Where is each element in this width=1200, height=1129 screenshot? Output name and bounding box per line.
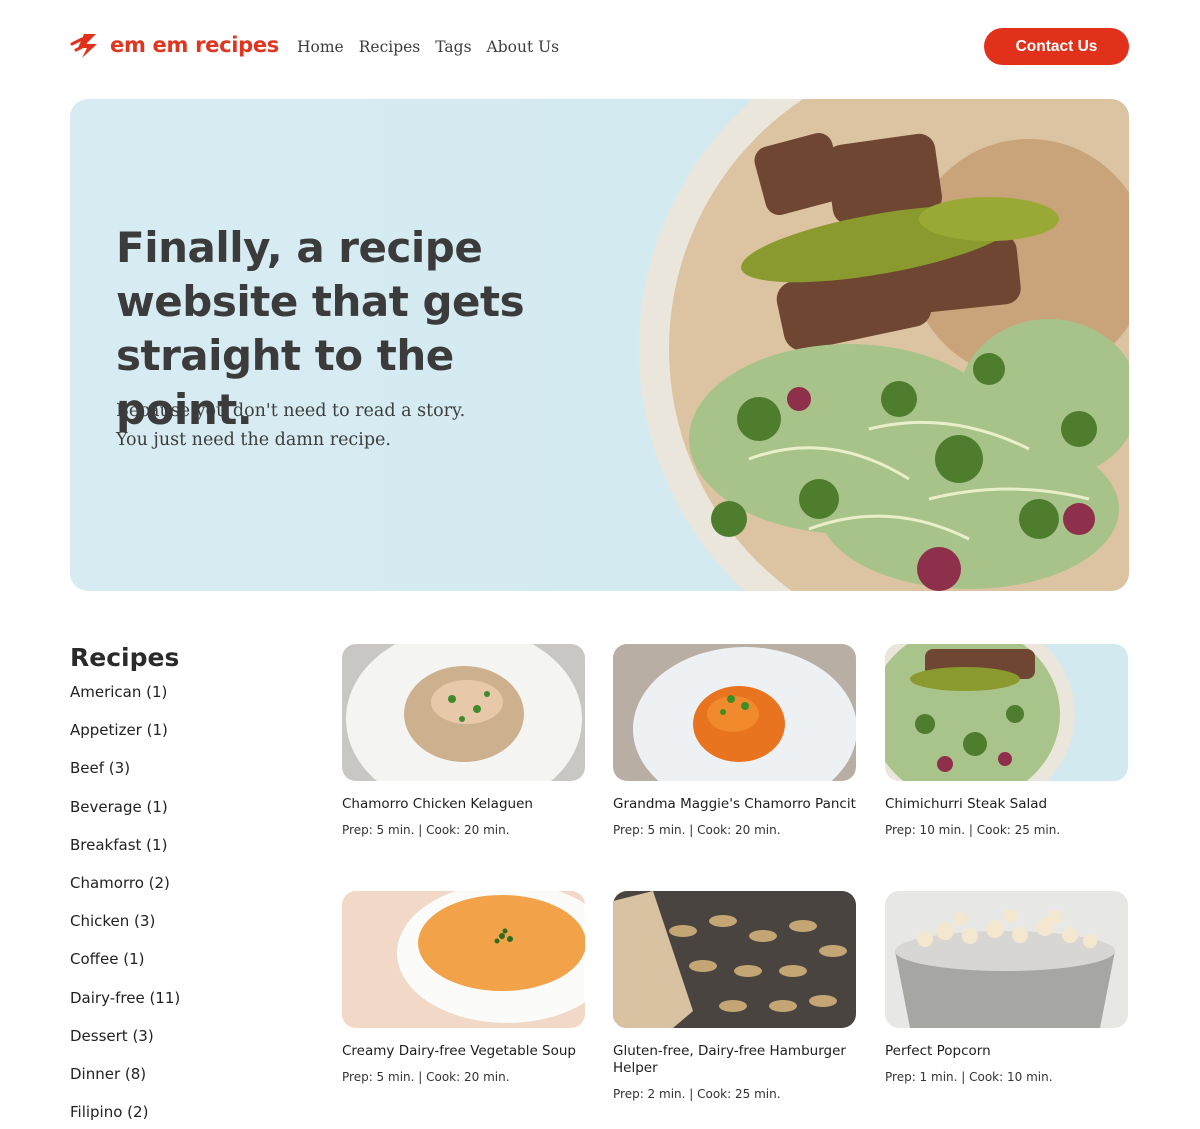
sidebar-heading: Recipes <box>70 643 180 672</box>
category-link-dinner[interactable]: Dinner (8) <box>70 1065 146 1083</box>
category-link-beverage[interactable]: Beverage (1) <box>70 798 168 816</box>
list-item: Chicken (3) <box>70 912 290 950</box>
nav-about-us[interactable]: About Us <box>487 38 560 56</box>
recipe-thumbnail-pancit[interactable] <box>613 644 856 781</box>
hero-subtitle-line-2: You just need the damn recipe. <box>116 430 391 450</box>
category-list: American (1) Appetizer (1) Beef (3) Beve… <box>70 683 290 1129</box>
list-item: Dessert (3) <box>70 1027 290 1065</box>
category-link-dessert[interactable]: Dessert (3) <box>70 1027 154 1045</box>
main-nav: Home Recipes Tags About Us <box>297 38 559 56</box>
list-item: American (1) <box>70 683 290 721</box>
recipe-categories-sidebar: Recipes American (1) Appetizer (1) Beef … <box>70 643 290 1129</box>
site-header: em em recipes Home Recipes Tags About Us… <box>70 28 1129 66</box>
recipe-thumbnail-popcorn[interactable] <box>885 891 1128 1028</box>
nav-recipes[interactable]: Recipes <box>359 38 421 56</box>
category-link-chicken[interactable]: Chicken (3) <box>70 912 155 930</box>
hero-subtitle: Because you don't need to read a story. … <box>116 397 576 455</box>
hero-steak-salad-image <box>639 99 1129 591</box>
recipe-meta: Prep: 5 min. | Cook: 20 min. <box>342 823 510 837</box>
recipe-card: Gluten-free, Dairy-free Hamburger Helper… <box>613 891 856 1101</box>
category-link-filipino[interactable]: Filipino (2) <box>70 1103 148 1121</box>
recipe-title[interactable]: Creamy Dairy-free Vegetable Soup <box>342 1043 585 1060</box>
nav-home[interactable]: Home <box>297 38 344 56</box>
category-link-american[interactable]: American (1) <box>70 683 167 701</box>
recipe-title[interactable]: Perfect Popcorn <box>885 1043 1128 1060</box>
site-logo[interactable]: em em recipes <box>70 30 279 60</box>
hero-banner: Finally, a recipe website that gets stra… <box>70 99 1129 591</box>
category-link-beef[interactable]: Beef (3) <box>70 759 130 777</box>
hero-subtitle-line-1: Because you don't need to read a story. <box>116 401 466 421</box>
recipe-meta: Prep: 5 min. | Cook: 20 min. <box>342 1070 510 1084</box>
category-link-dairy-free[interactable]: Dairy-free (11) <box>70 989 180 1007</box>
recipe-title[interactable]: Chamorro Chicken Kelaguen <box>342 796 585 813</box>
list-item: Appetizer (1) <box>70 721 290 759</box>
nav-tags[interactable]: Tags <box>435 38 471 56</box>
recipe-meta: Prep: 10 min. | Cook: 25 min. <box>885 823 1061 837</box>
recipe-thumbnail-chicken-kelaguen[interactable] <box>342 644 585 781</box>
list-item: Breakfast (1) <box>70 836 290 874</box>
lightning-swoosh-icon <box>70 34 97 58</box>
list-item: Coffee (1) <box>70 950 290 988</box>
list-item: Dinner (8) <box>70 1065 290 1103</box>
recipe-card: Grandma Maggie's Chamorro Pancit Prep: 5… <box>613 644 856 837</box>
recipe-card: Chimichurri Steak Salad Prep: 10 min. | … <box>885 644 1128 837</box>
list-item: Dairy-free (11) <box>70 989 290 1027</box>
recipe-meta: Prep: 5 min. | Cook: 20 min. <box>613 823 781 837</box>
category-link-chamorro[interactable]: Chamorro (2) <box>70 874 170 892</box>
recipe-title[interactable]: Gluten-free, Dairy-free Hamburger Helper <box>613 1043 856 1077</box>
list-item: Filipino (2) <box>70 1103 290 1129</box>
recipe-card: Creamy Dairy-free Vegetable Soup Prep: 5… <box>342 891 585 1084</box>
category-link-breakfast[interactable]: Breakfast (1) <box>70 836 167 854</box>
recipe-thumbnail-hamburger-helper[interactable] <box>613 891 856 1028</box>
category-link-coffee[interactable]: Coffee (1) <box>70 950 144 968</box>
recipe-title[interactable]: Grandma Maggie's Chamorro Pancit <box>613 796 856 813</box>
recipe-card: Perfect Popcorn Prep: 1 min. | Cook: 10 … <box>885 891 1128 1084</box>
logo-text: em em recipes <box>110 33 279 57</box>
recipe-thumbnail-steak-salad[interactable] <box>885 644 1128 781</box>
contact-us-button[interactable]: Contact Us <box>984 28 1129 65</box>
recipe-thumbnail-vegetable-soup[interactable] <box>342 891 585 1028</box>
recipe-card: Chamorro Chicken Kelaguen Prep: 5 min. |… <box>342 644 585 837</box>
recipe-title[interactable]: Chimichurri Steak Salad <box>885 796 1128 813</box>
list-item: Beef (3) <box>70 759 290 797</box>
recipe-meta: Prep: 1 min. | Cook: 10 min. <box>885 1070 1053 1084</box>
recipe-meta: Prep: 2 min. | Cook: 25 min. <box>613 1087 781 1101</box>
list-item: Beverage (1) <box>70 798 290 836</box>
category-link-appetizer[interactable]: Appetizer (1) <box>70 721 168 739</box>
list-item: Chamorro (2) <box>70 874 290 912</box>
